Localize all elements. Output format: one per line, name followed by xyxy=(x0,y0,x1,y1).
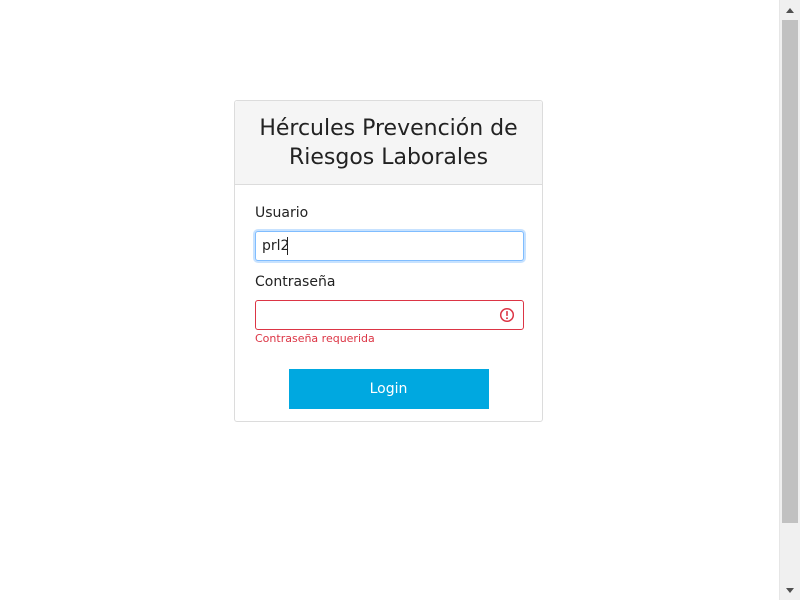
username-input-wrap xyxy=(255,231,524,261)
page: Hércules Prevención de Riesgos Laborales… xyxy=(0,0,800,600)
login-form: Usuario Contraseña xyxy=(235,185,542,409)
password-label: Contraseña xyxy=(255,274,336,290)
scroll-up-button[interactable] xyxy=(780,0,800,20)
login-card-header: Hércules Prevención de Riesgos Laborales xyxy=(235,101,542,185)
triangle-down-icon xyxy=(786,587,794,593)
text-cursor xyxy=(287,237,288,255)
scroll-down-button[interactable] xyxy=(780,580,800,600)
username-group: Usuario xyxy=(255,205,524,261)
exclamation-circle-icon xyxy=(499,307,515,323)
username-label: Usuario xyxy=(255,205,309,221)
password-group: Contraseña Contraseña requerida xyxy=(255,274,524,346)
password-input[interactable] xyxy=(255,300,524,330)
scroll-thumb[interactable] xyxy=(782,20,798,523)
password-input-wrap xyxy=(255,300,524,330)
password-error-message: Contraseña requerida xyxy=(255,332,375,345)
login-card: Hércules Prevención de Riesgos Laborales… xyxy=(234,100,543,422)
login-button[interactable]: Login xyxy=(288,369,489,409)
vertical-scrollbar[interactable] xyxy=(779,0,800,600)
triangle-up-icon xyxy=(786,7,794,13)
app-title: Hércules Prevención de Riesgos Laborales xyxy=(259,115,518,170)
username-input[interactable] xyxy=(255,231,524,261)
